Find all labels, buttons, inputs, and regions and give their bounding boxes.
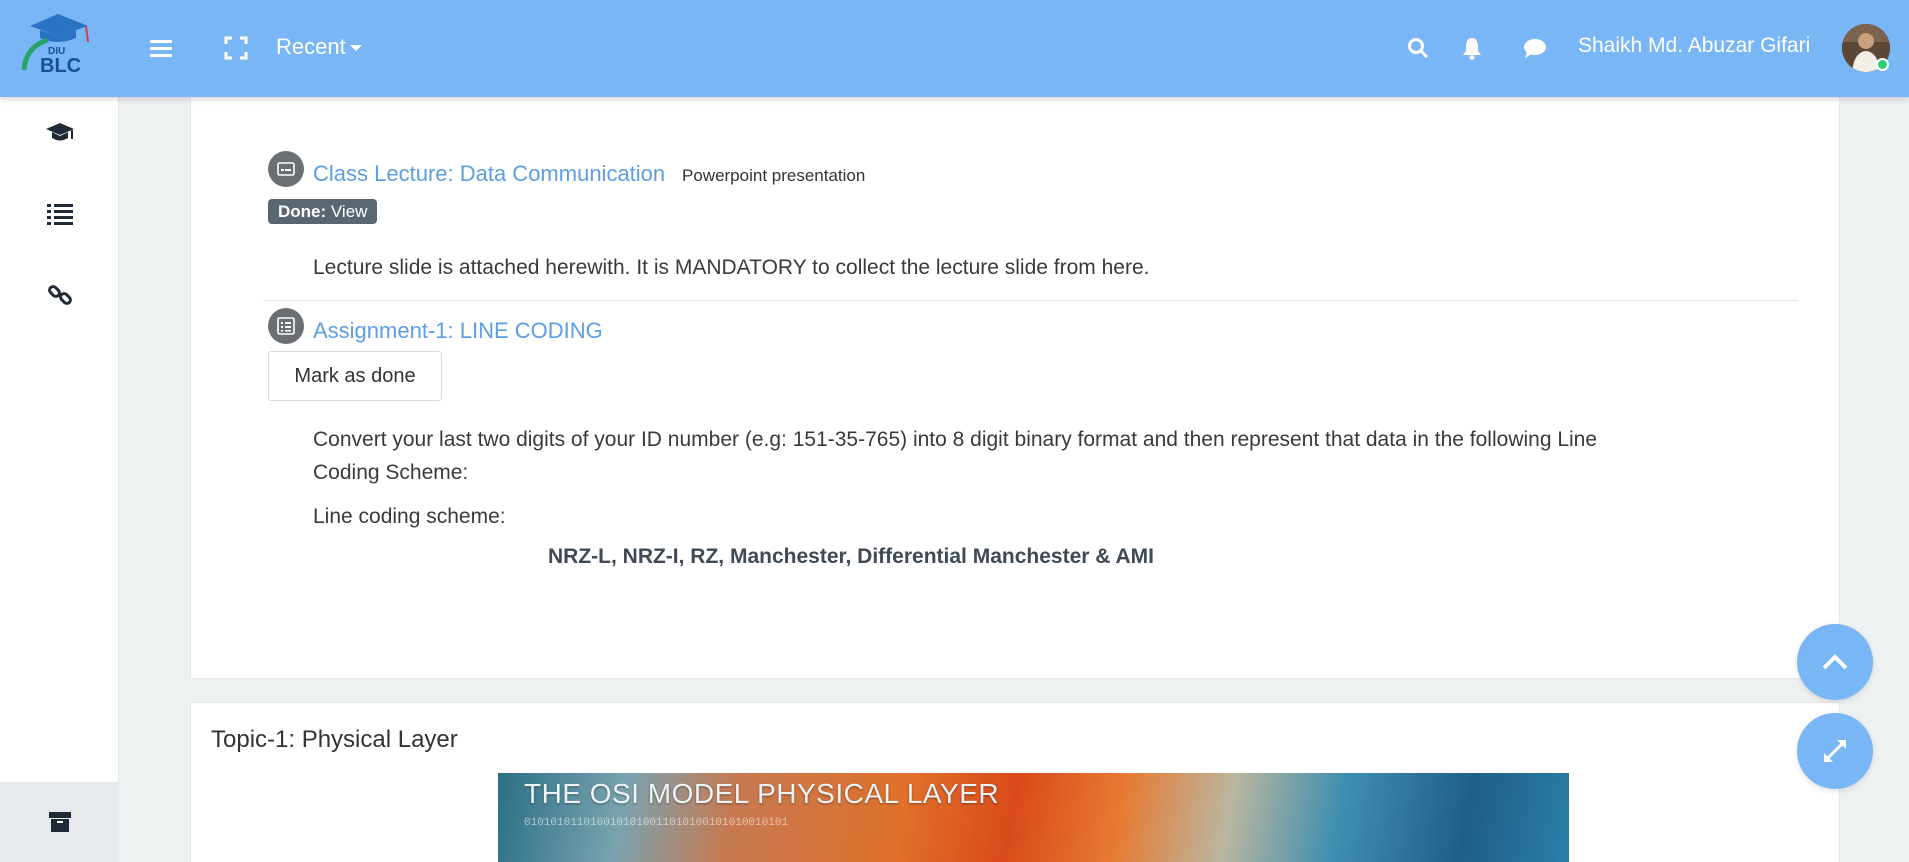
top-navbar: DIU BLC Recent Shaikh Md. Abuzar Gifari (0, 0, 1909, 97)
banner-title: THE OSI MODEL PHYSICAL LAYER (524, 778, 1000, 809)
activity-link-class-lecture[interactable]: Class Lecture: Data Communication (313, 161, 665, 187)
presentation-activity-icon (268, 151, 304, 187)
list-icon (47, 204, 73, 225)
completion-badge[interactable]: Done: View (268, 199, 378, 224)
menu-toggle-button[interactable] (141, 28, 181, 68)
recent-label: Recent (276, 34, 346, 59)
activity-description: Lecture slide is attached herewith. It i… (313, 256, 1150, 279)
sidebar-item-list[interactable] (40, 194, 80, 234)
chevron-up-icon (1822, 654, 1848, 670)
bell-icon (1463, 38, 1481, 60)
fullscreen-icon (224, 36, 248, 60)
messages-button[interactable] (1515, 28, 1555, 68)
badge-text: View (326, 202, 368, 221)
assignment-description-line2: Coding Scheme: (313, 461, 469, 484)
banner-binary: 0101010110100101010011010100101010010101 (524, 817, 789, 829)
sidebar-item-links[interactable] (40, 275, 80, 315)
sidebar-item-courses[interactable] (40, 113, 80, 153)
search-button[interactable] (1398, 28, 1438, 68)
expand-button[interactable] (1797, 713, 1873, 789)
chat-icon (1524, 39, 1546, 58)
chevron-down-icon (349, 45, 362, 52)
logo-text: BLC (40, 55, 81, 76)
assignment-activity-icon (268, 308, 304, 344)
graduation-cap-icon (46, 123, 74, 141)
menu-icon (150, 40, 172, 57)
slide-icon (277, 162, 295, 176)
search-icon (1408, 38, 1429, 59)
checklist-icon (277, 317, 295, 335)
link-icon (48, 285, 72, 305)
blc-logo[interactable]: DIU BLC (18, 10, 98, 77)
recent-dropdown[interactable]: Recent (276, 34, 362, 60)
activity-divider (263, 300, 1798, 301)
scroll-to-top-button[interactable] (1797, 624, 1873, 700)
online-status-indicator (1876, 58, 1889, 71)
mark-as-done-button[interactable]: Mark as done (268, 351, 442, 401)
fullscreen-button[interactable] (216, 28, 256, 68)
activity-type-label: Powerpoint presentation (682, 166, 866, 185)
archive-icon (48, 812, 71, 832)
topic-title: Topic-1: Physical Layer (211, 726, 458, 753)
activity-link-assignment[interactable]: Assignment-1: LINE CODING (313, 318, 603, 344)
assignment-description-line1: Convert your last two digits of your ID … (313, 428, 1598, 451)
badge-bold-text: Done: (278, 202, 327, 221)
user-name[interactable]: Shaikh Md. Abuzar Gifari (1578, 34, 1810, 58)
sidebar-item-archive[interactable] (0, 782, 119, 862)
notifications-button[interactable] (1452, 28, 1492, 68)
scheme-label: Line coding scheme: (313, 505, 506, 528)
topic-banner-image: THE OSI MODEL PHYSICAL LAYER 01010101101… (498, 773, 1569, 862)
expand-icon (1824, 740, 1846, 762)
line-coding-schemes: NRZ-L, NRZ-I, RZ, Manchester, Differenti… (548, 545, 1154, 568)
left-sidebar (0, 97, 119, 862)
